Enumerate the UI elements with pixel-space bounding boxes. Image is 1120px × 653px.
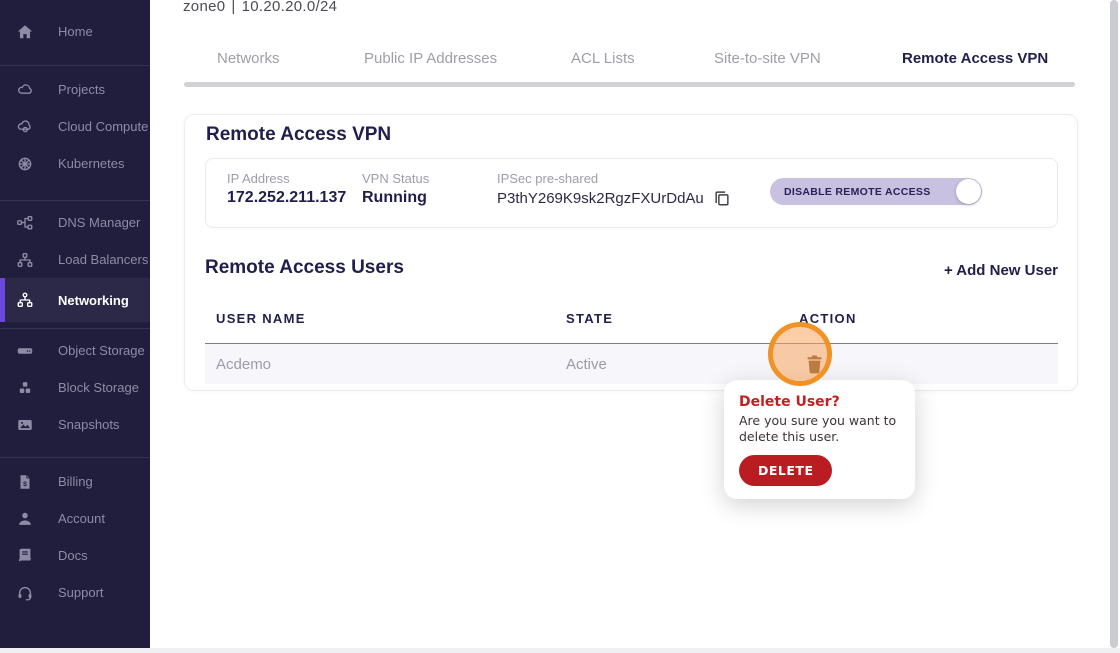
cell-user-name: Acdemo [205,356,555,373]
users-section-title: Remote Access Users [205,257,404,279]
sidebar-item-label: Docs [58,548,88,563]
tab-networks[interactable]: Networks [217,50,280,67]
sidebar-item-networking[interactable]: Networking [0,278,150,322]
header-user-name: USER NAME [205,311,555,326]
breadcrumb-cidr: 10.20.20.0/24 [242,0,338,15]
sidebar: Home Projects Cloud Compute [0,0,150,648]
cell-action [788,355,1058,374]
breadcrumb-zone: zone0 [183,0,225,15]
remote-access-vpn-card: Remote Access VPN IP Address 172.252.211… [184,114,1078,391]
tab-site-to-site-vpn[interactable]: Site-to-site VPN [714,50,821,67]
sidebar-item-cloud-compute[interactable]: Cloud Compute [0,108,150,145]
sidebar-item-support[interactable]: Support [0,574,150,611]
tab-underline-bar [184,82,1075,87]
users-table-header: USER NAME STATE ACTION [205,311,1058,326]
ip-address-value: 172.252.211.137 [227,189,346,207]
sidebar-item-object-storage[interactable]: Object Storage [0,332,150,369]
vertical-scrollbar[interactable] [1110,0,1118,648]
block-storage-icon [16,379,34,397]
vpn-status-value: Running [362,189,429,207]
svg-text:$: $ [23,480,27,487]
ipsec-preshared-field: IPSec pre-shared P3thY269K9sk2RgzFXUrDdA… [497,171,731,207]
sidebar-item-label: Object Storage [58,343,145,358]
add-new-user-button[interactable]: + Add New User [944,262,1058,279]
sidebar-item-label: Load Balancers [58,252,148,267]
sidebar-item-label: Networking [58,293,129,308]
cloud-compute-icon [16,118,34,136]
ip-address-label: IP Address [227,171,346,186]
docs-book-icon [16,547,34,565]
sidebar-item-label: Support [58,585,104,600]
breadcrumb-separator: | [231,0,235,15]
sidebar-item-dns-manager[interactable]: DNS Manager [0,204,150,241]
sidebar-item-label: DNS Manager [58,215,140,230]
sidebar-item-label: Billing [58,474,93,489]
ipsec-preshared-value: P3thY269K9sk2RgzFXUrDdAu [497,190,704,207]
delete-button[interactable]: DELETE [739,455,832,486]
header-action: ACTION [788,311,1058,326]
sidebar-item-label: Home [58,24,93,39]
object-storage-icon [16,342,34,360]
breadcrumb: zone0 | 10.20.20.0/24 [183,0,343,15]
delete-user-popover: Delete User? Are you sure you want to de… [724,380,915,499]
sidebar-item-projects[interactable]: Projects [0,71,150,108]
table-row: Acdemo Active [205,344,1058,384]
vpn-status-field: VPN Status Running [362,171,429,207]
sidebar-item-label: Block Storage [58,380,139,395]
sidebar-item-billing[interactable]: $ Billing [0,463,150,500]
kubernetes-helm-icon [16,155,34,173]
trash-icon[interactable] [806,355,823,374]
sidebar-item-block-storage[interactable]: Block Storage [0,369,150,406]
sidebar-item-load-balancers[interactable]: Load Balancers [0,241,150,278]
horizontal-scrollbar-track[interactable] [0,648,1120,653]
copy-icon[interactable] [713,189,731,207]
card-title: Remote Access VPN [206,124,391,146]
tab-acl-lists[interactable]: ACL Lists [571,50,635,67]
vpn-status-label: VPN Status [362,171,429,186]
sidebar-item-kubernetes[interactable]: Kubernetes [0,145,150,182]
home-icon [16,23,34,41]
sidebar-item-home[interactable]: Home [0,13,150,50]
app-window: Home Projects Cloud Compute [0,0,1120,653]
projects-cloud-icon [16,81,34,99]
sidebar-item-label: Account [58,511,105,526]
account-person-icon [16,510,34,528]
tab-remote-access-vpn[interactable]: Remote Access VPN [902,50,1048,67]
sidebar-item-snapshots[interactable]: Snapshots [0,406,150,443]
ip-address-field: IP Address 172.252.211.137 [227,171,346,207]
sidebar-item-label: Kubernetes [58,156,125,171]
ipsec-preshared-label: IPSec pre-shared [497,171,731,186]
sidebar-item-account[interactable]: Account [0,500,150,537]
sidebar-item-label: Projects [58,82,105,97]
popover-title: Delete User? [739,394,899,410]
cell-state: Active [555,356,788,373]
support-headset-icon [16,584,34,602]
sidebar-item-docs[interactable]: Docs [0,537,150,574]
sidebar-item-label: Snapshots [58,417,119,432]
load-balancer-icon [16,251,34,269]
header-state: STATE [555,311,788,326]
toggle-knob[interactable] [956,179,981,204]
toggle-label: DISABLE REMOTE ACCESS [784,186,931,198]
sidebar-item-label: Cloud Compute [58,119,148,134]
tab-public-ip-addresses[interactable]: Public IP Addresses [364,50,497,67]
billing-receipt-icon: $ [16,473,34,491]
dns-nodes-icon [16,214,34,232]
snapshots-image-icon [16,416,34,434]
popover-body: Are you sure you want to delete this use… [739,413,899,444]
disable-remote-access-toggle[interactable]: DISABLE REMOTE ACCESS [770,178,982,205]
vpn-info-panel: IP Address 172.252.211.137 VPN Status Ru… [205,158,1058,228]
networking-tree-icon [16,291,34,309]
